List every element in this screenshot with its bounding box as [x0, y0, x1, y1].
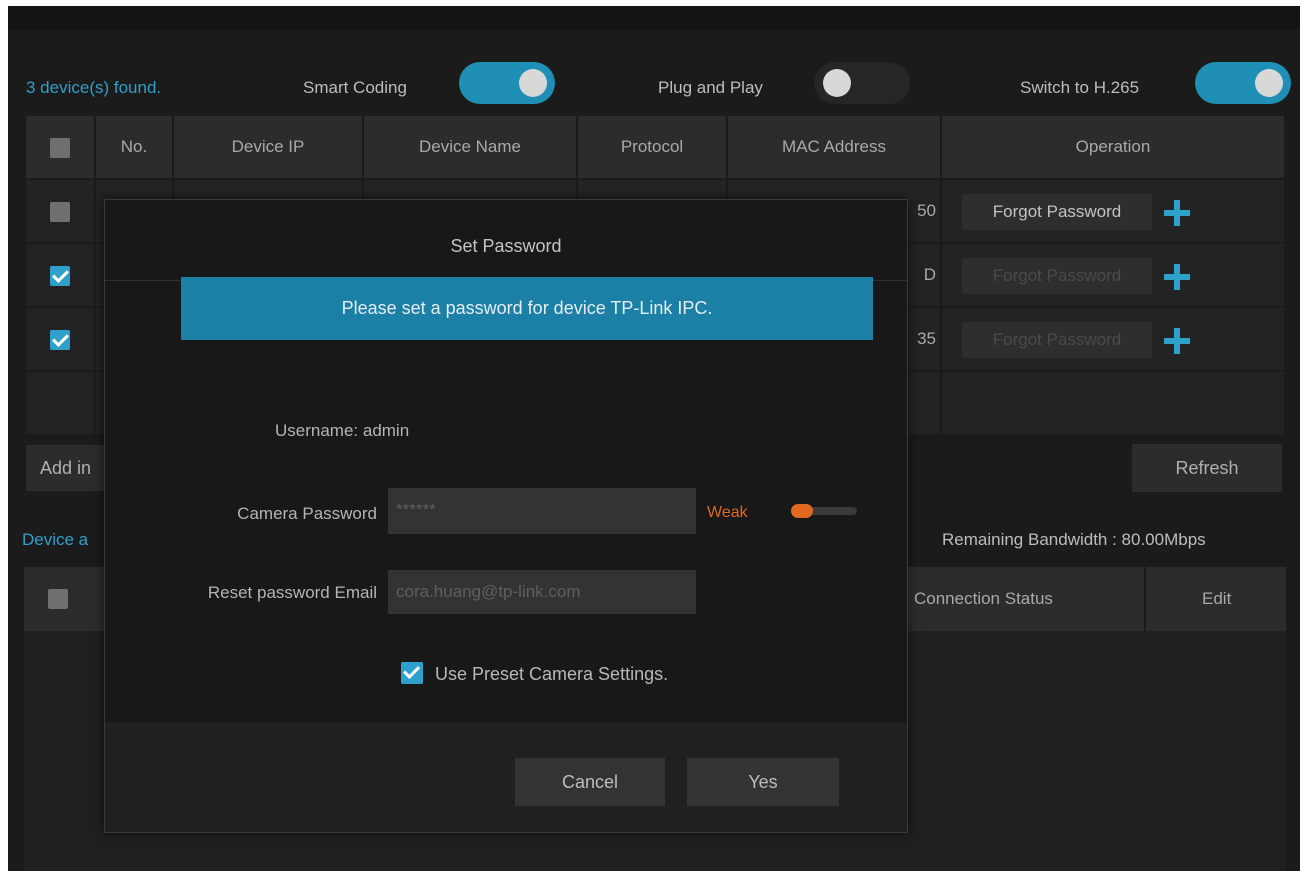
- password-strength-text: Weak: [707, 504, 748, 521]
- column-header: Edit: [1202, 589, 1232, 608]
- toggle-knob: [1255, 69, 1283, 97]
- smart-coding-label: Smart Coding: [303, 78, 407, 97]
- remaining-bandwidth-text: Remaining Bandwidth : 80.00Mbps: [942, 530, 1206, 549]
- row-select-cell: [24, 178, 96, 244]
- add-device-plus-icon[interactable]: [1164, 328, 1190, 354]
- cell: [940, 370, 1286, 436]
- top-strip: [8, 6, 1300, 30]
- column-header: Protocol: [576, 114, 728, 180]
- column-header: Device Name: [362, 114, 578, 180]
- use-preset-checkbox[interactable]: [401, 662, 423, 684]
- row-select-cell: [24, 306, 96, 372]
- operation-cell: Forgot Password: [940, 178, 1286, 244]
- select-all-added-checkbox[interactable]: [48, 589, 68, 609]
- add-device-screen: 3 device(s) found. Smart Coding Plug and…: [8, 6, 1300, 871]
- plug-and-play-toggle[interactable]: [814, 62, 910, 104]
- table-header-row: No. Device IP Device Name Protocol MAC A…: [24, 114, 1286, 180]
- reset-email-label: Reset password Email: [207, 583, 377, 602]
- row-checkbox[interactable]: [50, 266, 70, 286]
- camera-password-input[interactable]: ******: [388, 488, 696, 534]
- forgot-password-button[interactable]: Forgot Password: [962, 194, 1152, 230]
- column-header: No.: [94, 114, 174, 180]
- forgot-password-button[interactable]: Forgot Password: [962, 322, 1152, 358]
- cancel-button[interactable]: Cancel: [515, 758, 665, 806]
- cell: [24, 370, 96, 436]
- column-header: MAC Address: [726, 114, 942, 180]
- smart-coding-toggle[interactable]: [459, 62, 555, 104]
- select-all-cell: [24, 114, 96, 180]
- add-device-plus-icon[interactable]: [1164, 200, 1190, 226]
- set-password-dialog: Set Password Please set a password for d…: [104, 199, 908, 833]
- column-header: Connection Status: [914, 589, 1053, 608]
- toggle-knob: [519, 69, 547, 97]
- reset-email-input[interactable]: cora.huang@tp-link.com: [388, 570, 696, 614]
- added-devices-title: Device a: [22, 530, 89, 549]
- operation-cell: Forgot Password: [940, 306, 1286, 372]
- column-header: Operation: [940, 114, 1286, 180]
- operation-cell: Forgot Password: [940, 242, 1286, 308]
- row-checkbox[interactable]: [50, 202, 70, 222]
- plug-and-play-label: Plug and Play: [658, 78, 763, 97]
- info-banner: Please set a password for device TP-Link…: [181, 277, 873, 340]
- toggle-knob: [823, 69, 851, 97]
- strength-level-fill: [791, 504, 813, 518]
- select-all-checkbox[interactable]: [50, 138, 70, 158]
- switch-h265-toggle[interactable]: [1195, 62, 1291, 104]
- dialog-title: Set Password: [450, 236, 562, 256]
- devices-found-text: 3 device(s) found.: [26, 78, 162, 97]
- add-device-plus-icon[interactable]: [1164, 264, 1190, 290]
- username-text: Username: admin: [275, 421, 410, 440]
- forgot-password-button[interactable]: Forgot Password: [962, 258, 1152, 294]
- switch-h265-label: Switch to H.265: [1020, 78, 1140, 97]
- column-divider: [1144, 567, 1146, 631]
- dialog-footer: Cancel Yes: [105, 722, 907, 832]
- row-select-cell: [24, 242, 96, 308]
- password-strength-bar: [791, 504, 857, 518]
- camera-password-label: Camera Password: [237, 504, 377, 523]
- use-preset-label: Use Preset Camera Settings.: [435, 664, 669, 684]
- column-header: Device IP: [172, 114, 364, 180]
- row-checkbox[interactable]: [50, 330, 70, 350]
- refresh-button[interactable]: Refresh: [1132, 444, 1282, 492]
- yes-button[interactable]: Yes: [687, 758, 839, 806]
